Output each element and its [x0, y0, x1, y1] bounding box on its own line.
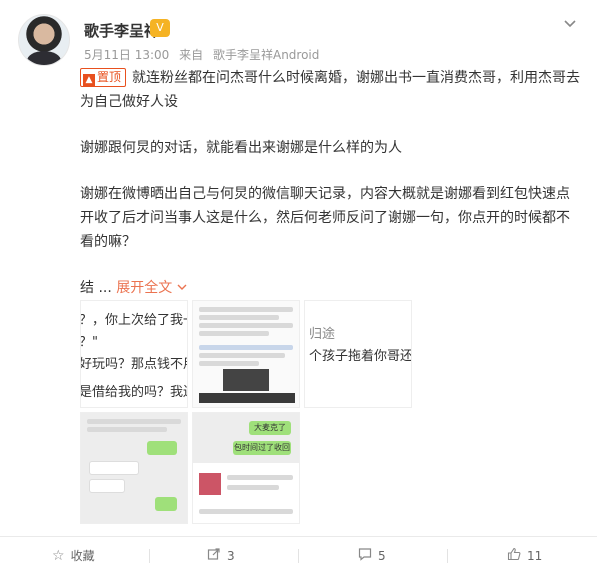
image-text: 是借给我的吗？我还以 — [80, 385, 187, 400]
action-bar: ☆ 收藏 3 5 11 — [0, 536, 597, 572]
post-image-5[interactable]: 大麦克了 包时间过了收回 — [192, 412, 300, 524]
source-prefix: 来自 — [179, 48, 204, 62]
chevron-down-icon — [177, 280, 187, 296]
post-image-1[interactable]: ？，你上次给了我一点钱 ？" 好玩吗？那点钱不用还 是借给我的吗？我还以 — [80, 300, 188, 408]
post-paragraph-2: 谢娜跟何炅的对话，就能看出来谢娜是什么样的为人 — [80, 140, 402, 156]
post-content: ▲ 置顶 就连粉丝都在问杰哥什么时候离婚，谢娜出书一直消费杰哥，利用杰哥去为自己做好… — [80, 66, 580, 300]
pinned-label: 置顶 — [97, 70, 122, 84]
image-grid: ？，你上次给了我一点钱 ？" 好玩吗？那点钱不用还 是借给我的吗？我还以 归途 … — [80, 300, 420, 528]
repost-icon — [207, 547, 221, 565]
thumbs-up-icon — [507, 547, 521, 565]
post-paragraph-4: 结 ... — [80, 280, 112, 296]
post-image-3[interactable]: 归途 个孩子拖着你哥还 — [304, 300, 412, 408]
comment-button[interactable]: 5 — [358, 547, 386, 565]
divider — [149, 549, 150, 563]
pin-icon: ▲ — [83, 74, 95, 86]
repost-button[interactable]: 3 — [207, 547, 235, 565]
image-text: 个孩子拖着你哥还 — [309, 349, 412, 364]
image-text: 归途 — [309, 327, 336, 342]
comment-count: 5 — [378, 549, 386, 563]
post-image-2[interactable] — [192, 300, 300, 408]
star-icon: ☆ — [52, 547, 65, 564]
favorite-button[interactable]: ☆ 收藏 — [52, 547, 95, 564]
chat-bubble: 包时间过了收回 — [233, 441, 291, 455]
chat-bubble: 大麦克了 — [249, 421, 291, 435]
vip-badge-icon: V — [150, 19, 170, 37]
image-text: 好玩吗？那点钱不用还 — [80, 357, 187, 372]
image-text: ？，你上次给了我一点钱 — [80, 313, 187, 328]
like-button[interactable]: 11 — [507, 547, 542, 565]
comment-icon — [358, 547, 372, 565]
divider — [298, 549, 299, 563]
pinned-badge: ▲ 置顶 — [80, 68, 127, 87]
favorite-label: 收藏 — [70, 549, 95, 563]
avatar[interactable] — [18, 14, 70, 66]
author-name[interactable]: 歌手李呈祥 — [84, 20, 159, 41]
expand-label: 展开全文 — [116, 280, 173, 296]
post-paragraph-3: 谢娜在微博晒出自己与何炅的微信聊天记录，内容大概就是谢娜看到红包快速点开收了后才… — [80, 186, 570, 250]
post-meta: 5月11日 13:00 来自 歌手李呈祥Android — [84, 46, 325, 63]
chevron-down-icon[interactable] — [563, 16, 577, 30]
post-paragraph-1: 就连粉丝都在问杰哥什么时候离婚，谢娜出书一直消费杰哥，利用杰哥去为自己做好人设 — [80, 70, 581, 110]
expand-full-text-link[interactable]: 展开全文 — [116, 280, 187, 296]
post-source[interactable]: 歌手李呈祥Android — [213, 48, 319, 62]
repost-count: 3 — [227, 549, 235, 563]
post-image-4[interactable] — [80, 412, 188, 524]
post-date[interactable]: 5月11日 13:00 — [84, 48, 169, 62]
divider — [447, 549, 448, 563]
like-count: 11 — [527, 549, 543, 563]
image-text: ？" — [80, 335, 98, 350]
